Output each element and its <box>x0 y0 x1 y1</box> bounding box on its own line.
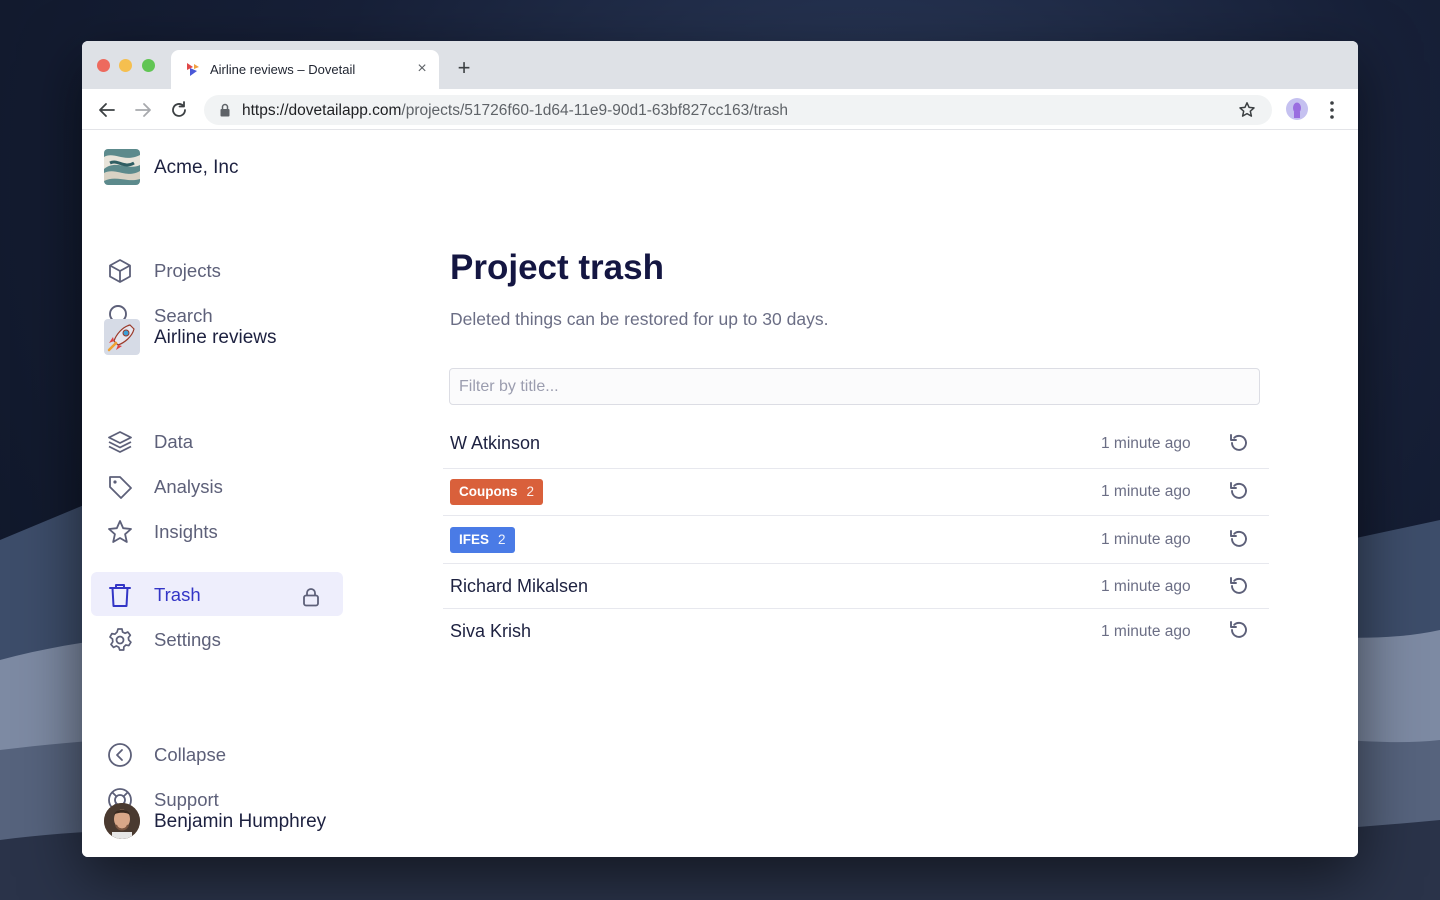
trash-item-time: 1 minute ago <box>1101 623 1191 640</box>
tag-badge[interactable]: IFES 2 <box>450 527 515 553</box>
app-content: Acme, Inc Projects Search Airline review… <box>82 130 1358 857</box>
trash-row: W Atkinson 1 minute ago <box>443 418 1269 469</box>
user-avatar-image <box>104 803 140 839</box>
trash-row: IFES 2 1 minute ago <box>443 516 1269 564</box>
new-tab-button[interactable]: + <box>452 57 476 81</box>
restore-icon[interactable] <box>1227 619 1249 641</box>
url-text: https://dovetailapp.com/projects/51726f6… <box>242 102 788 120</box>
url-path: /projects/51726f60-1d64-11e9-90d1-63bf82… <box>401 102 789 119</box>
secure-lock-icon <box>220 103 230 117</box>
url-host: https://dovetailapp.com <box>242 102 402 119</box>
sidebar-item-label: Data <box>154 431 194 452</box>
trash-icon <box>109 584 131 607</box>
user-avatar[interactable] <box>104 803 140 839</box>
browser-profile-avatar[interactable] <box>1286 98 1308 120</box>
trash-item-time: 1 minute ago <box>1101 578 1191 595</box>
sidebar-item-label: Collapse <box>154 744 226 765</box>
sidebar-item-label: Trash <box>154 584 201 605</box>
sidebar-item-label: Insights <box>154 521 218 542</box>
sidebar-item-projects[interactable]: Projects <box>91 248 343 292</box>
project-logo[interactable] <box>104 319 140 355</box>
rocket-icon <box>107 324 135 352</box>
filter-input[interactable] <box>449 368 1260 405</box>
trash-item-time: 1 minute ago <box>1101 435 1191 452</box>
layers-icon <box>108 431 132 453</box>
close-tab-icon[interactable]: × <box>412 59 432 79</box>
org-name[interactable]: Acme, Inc <box>154 157 238 179</box>
star-icon <box>108 520 132 543</box>
trash-item-title: Richard Mikalsen <box>450 576 589 596</box>
restore-icon[interactable] <box>1227 528 1249 550</box>
user-name[interactable]: Benjamin Humphrey <box>154 811 326 833</box>
sidebar-item-analysis[interactable]: Analysis <box>91 464 343 508</box>
sidebar-item-label: Projects <box>154 260 221 281</box>
trash-item-title: W Atkinson <box>450 433 541 453</box>
forward-arrow-icon[interactable] <box>132 99 154 121</box>
tag-icon <box>109 476 132 499</box>
trash-item-time: 1 minute ago <box>1101 531 1191 548</box>
browser-menu-icon[interactable] <box>1322 99 1342 121</box>
page-title: Project trash <box>450 248 664 287</box>
tag-count: 2 <box>526 484 535 499</box>
org-logo[interactable] <box>104 149 140 185</box>
browser-toolbar: https://dovetailapp.com/projects/51726f6… <box>82 89 1358 130</box>
address-bar[interactable]: https://dovetailapp.com/projects/51726f6… <box>204 95 1272 125</box>
dovetail-logo-icon <box>187 63 199 76</box>
reload-icon[interactable] <box>168 99 190 121</box>
sidebar-item-insights[interactable]: Insights <box>91 509 343 553</box>
trash-item-title: Siva Krish <box>450 621 532 641</box>
chevron-left-circle-icon <box>108 743 132 767</box>
bookmark-star-icon[interactable] <box>1238 101 1256 119</box>
tab-title: Airline reviews – Dovetail <box>210 62 356 77</box>
cube-icon <box>109 259 131 283</box>
browser-tab-active[interactable]: Airline reviews – Dovetail × <box>171 50 439 89</box>
sidebar-item-label: Support <box>154 789 219 810</box>
back-arrow-icon[interactable] <box>96 99 118 121</box>
trash-row: Richard Mikalsen 1 minute ago <box>443 564 1269 609</box>
sidebar-item-collapse[interactable]: Collapse <box>91 732 343 776</box>
sidebar-item-label: Settings <box>154 629 221 650</box>
tag-badge[interactable]: Coupons 2 <box>450 479 544 505</box>
page-subtitle: Deleted things can be restored for up to… <box>450 309 829 329</box>
restore-icon[interactable] <box>1227 432 1249 454</box>
restore-icon[interactable] <box>1227 480 1249 502</box>
tag-count: 2 <box>498 532 506 547</box>
project-name[interactable]: Airline reviews <box>154 327 276 349</box>
tag-name: Coupons <box>459 484 518 499</box>
sidebar-item-label: Search <box>154 305 213 326</box>
sidebar-item-settings[interactable]: Settings <box>91 617 343 661</box>
browser-window: Airline reviews – Dovetail × + https://d… <box>82 41 1358 857</box>
trash-row: Siva Krish 1 minute ago <box>443 609 1269 653</box>
maximize-window-button[interactable] <box>142 59 155 72</box>
org-logo-image <box>104 149 140 185</box>
trash-item-time: 1 minute ago <box>1101 483 1191 500</box>
minimize-window-button[interactable] <box>119 59 132 72</box>
close-window-button[interactable] <box>97 59 110 72</box>
lock-icon <box>303 588 319 607</box>
gear-icon <box>109 628 132 651</box>
tag-name: IFES <box>459 532 490 547</box>
sidebar-item-data[interactable]: Data <box>91 419 343 463</box>
browser-titlebar: Airline reviews – Dovetail × + <box>82 41 1358 89</box>
trash-row: Coupons 2 1 minute ago <box>443 469 1269 516</box>
restore-icon[interactable] <box>1227 575 1249 597</box>
sidebar-item-label: Analysis <box>154 476 223 497</box>
profile-person-icon <box>1293 102 1301 118</box>
